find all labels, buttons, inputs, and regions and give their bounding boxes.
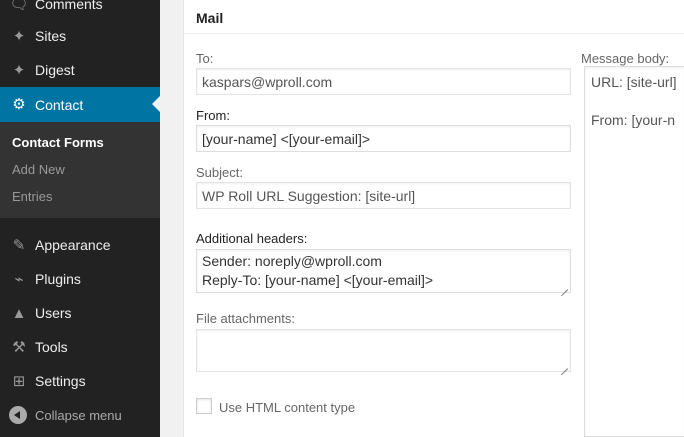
subject-field[interactable] <box>196 182 571 209</box>
contact-submenu: Contact Forms Add New Entries <box>0 122 160 218</box>
pushpin-icon: ✦ <box>12 61 26 79</box>
panel-title: Mail <box>196 10 224 26</box>
to-field[interactable] <box>196 68 571 95</box>
sidebar-item-contact[interactable]: ⚙ Contact <box>0 87 160 122</box>
sidebar-item-digest[interactable]: ✦ Digest <box>0 53 160 87</box>
mail-panel: Mail To: From: Subject: Additional heade… <box>183 0 684 437</box>
sidebar-item-label: Appearance <box>35 237 111 253</box>
message-body-label: Message body: <box>581 51 670 66</box>
file-attachments-label: File attachments: <box>196 311 295 326</box>
sidebar-item-label: Contact <box>35 96 84 113</box>
from-field[interactable] <box>196 125 571 152</box>
use-html-label[interactable]: Use HTML content type <box>219 400 355 415</box>
sidebar-item-comments[interactable]: 🗨 Comments <box>0 0 160 21</box>
file-attachments-field[interactable] <box>196 329 571 372</box>
use-html-checkbox[interactable] <box>196 398 212 414</box>
message-body-line: URL: [site-url] <box>591 74 677 90</box>
sidebar-item-label: Sites <box>35 28 67 44</box>
message-body-line: From: [your-n <box>591 112 676 128</box>
collapse-menu-button[interactable]: Collapse menu <box>0 398 160 432</box>
plug-icon: ⌁ <box>14 270 24 288</box>
submenu-item-entries[interactable]: Entries <box>12 189 52 204</box>
submenu-item-add-new[interactable]: Add New <box>12 162 65 177</box>
sidebar-item-plugins[interactable]: ⌁ Plugins <box>0 262 160 296</box>
sidebar-item-label: Comments <box>35 0 103 12</box>
collapse-menu-label: Collapse menu <box>35 407 122 423</box>
panel-header: Mail <box>184 0 684 34</box>
gear-icon: ⚙ <box>12 96 26 113</box>
to-label: To: <box>196 51 214 66</box>
current-menu-arrow <box>152 96 160 112</box>
sidebar-item-settings[interactable]: ⊞ Settings <box>0 364 160 398</box>
sidebar-item-label: Tools <box>35 339 68 355</box>
sidebar-item-appearance[interactable]: ✎ Appearance <box>0 228 160 262</box>
sidebar-item-label: Settings <box>35 373 86 389</box>
pushpin-icon: ✦ <box>12 27 26 45</box>
subject-label: Subject: <box>196 165 243 180</box>
sidebar-item-label: Digest <box>35 62 75 78</box>
submenu-item-contact-forms[interactable]: Contact Forms <box>12 135 104 150</box>
from-label: From: <box>196 108 230 123</box>
sidebar-item-sites[interactable]: ✦ Sites <box>0 19 160 53</box>
sidebar-item-label: Plugins <box>35 271 81 287</box>
additional-headers-label: Additional headers: <box>196 231 308 246</box>
user-icon: ▲ <box>11 304 27 322</box>
wrench-icon: ⚒ <box>12 338 26 356</box>
additional-headers-field[interactable]: Sender: noreply@wproll.com Reply-To: [yo… <box>196 249 571 293</box>
collapse-arrow-icon <box>9 406 27 424</box>
admin-sidebar: 🗨 Comments ✦ Sites ✦ Digest ⚙ Contact Co… <box>0 0 160 437</box>
comment-icon: 🗨 <box>9 0 29 13</box>
message-body-field[interactable]: URL: [site-url] From: [your-n <box>584 66 684 437</box>
sidebar-item-users[interactable]: ▲ Users <box>0 296 160 330</box>
settings-icon: ⊞ <box>12 372 26 390</box>
paintbrush-icon: ✎ <box>12 236 26 254</box>
sidebar-item-tools[interactable]: ⚒ Tools <box>0 330 160 364</box>
sidebar-item-label: Users <box>35 305 72 321</box>
